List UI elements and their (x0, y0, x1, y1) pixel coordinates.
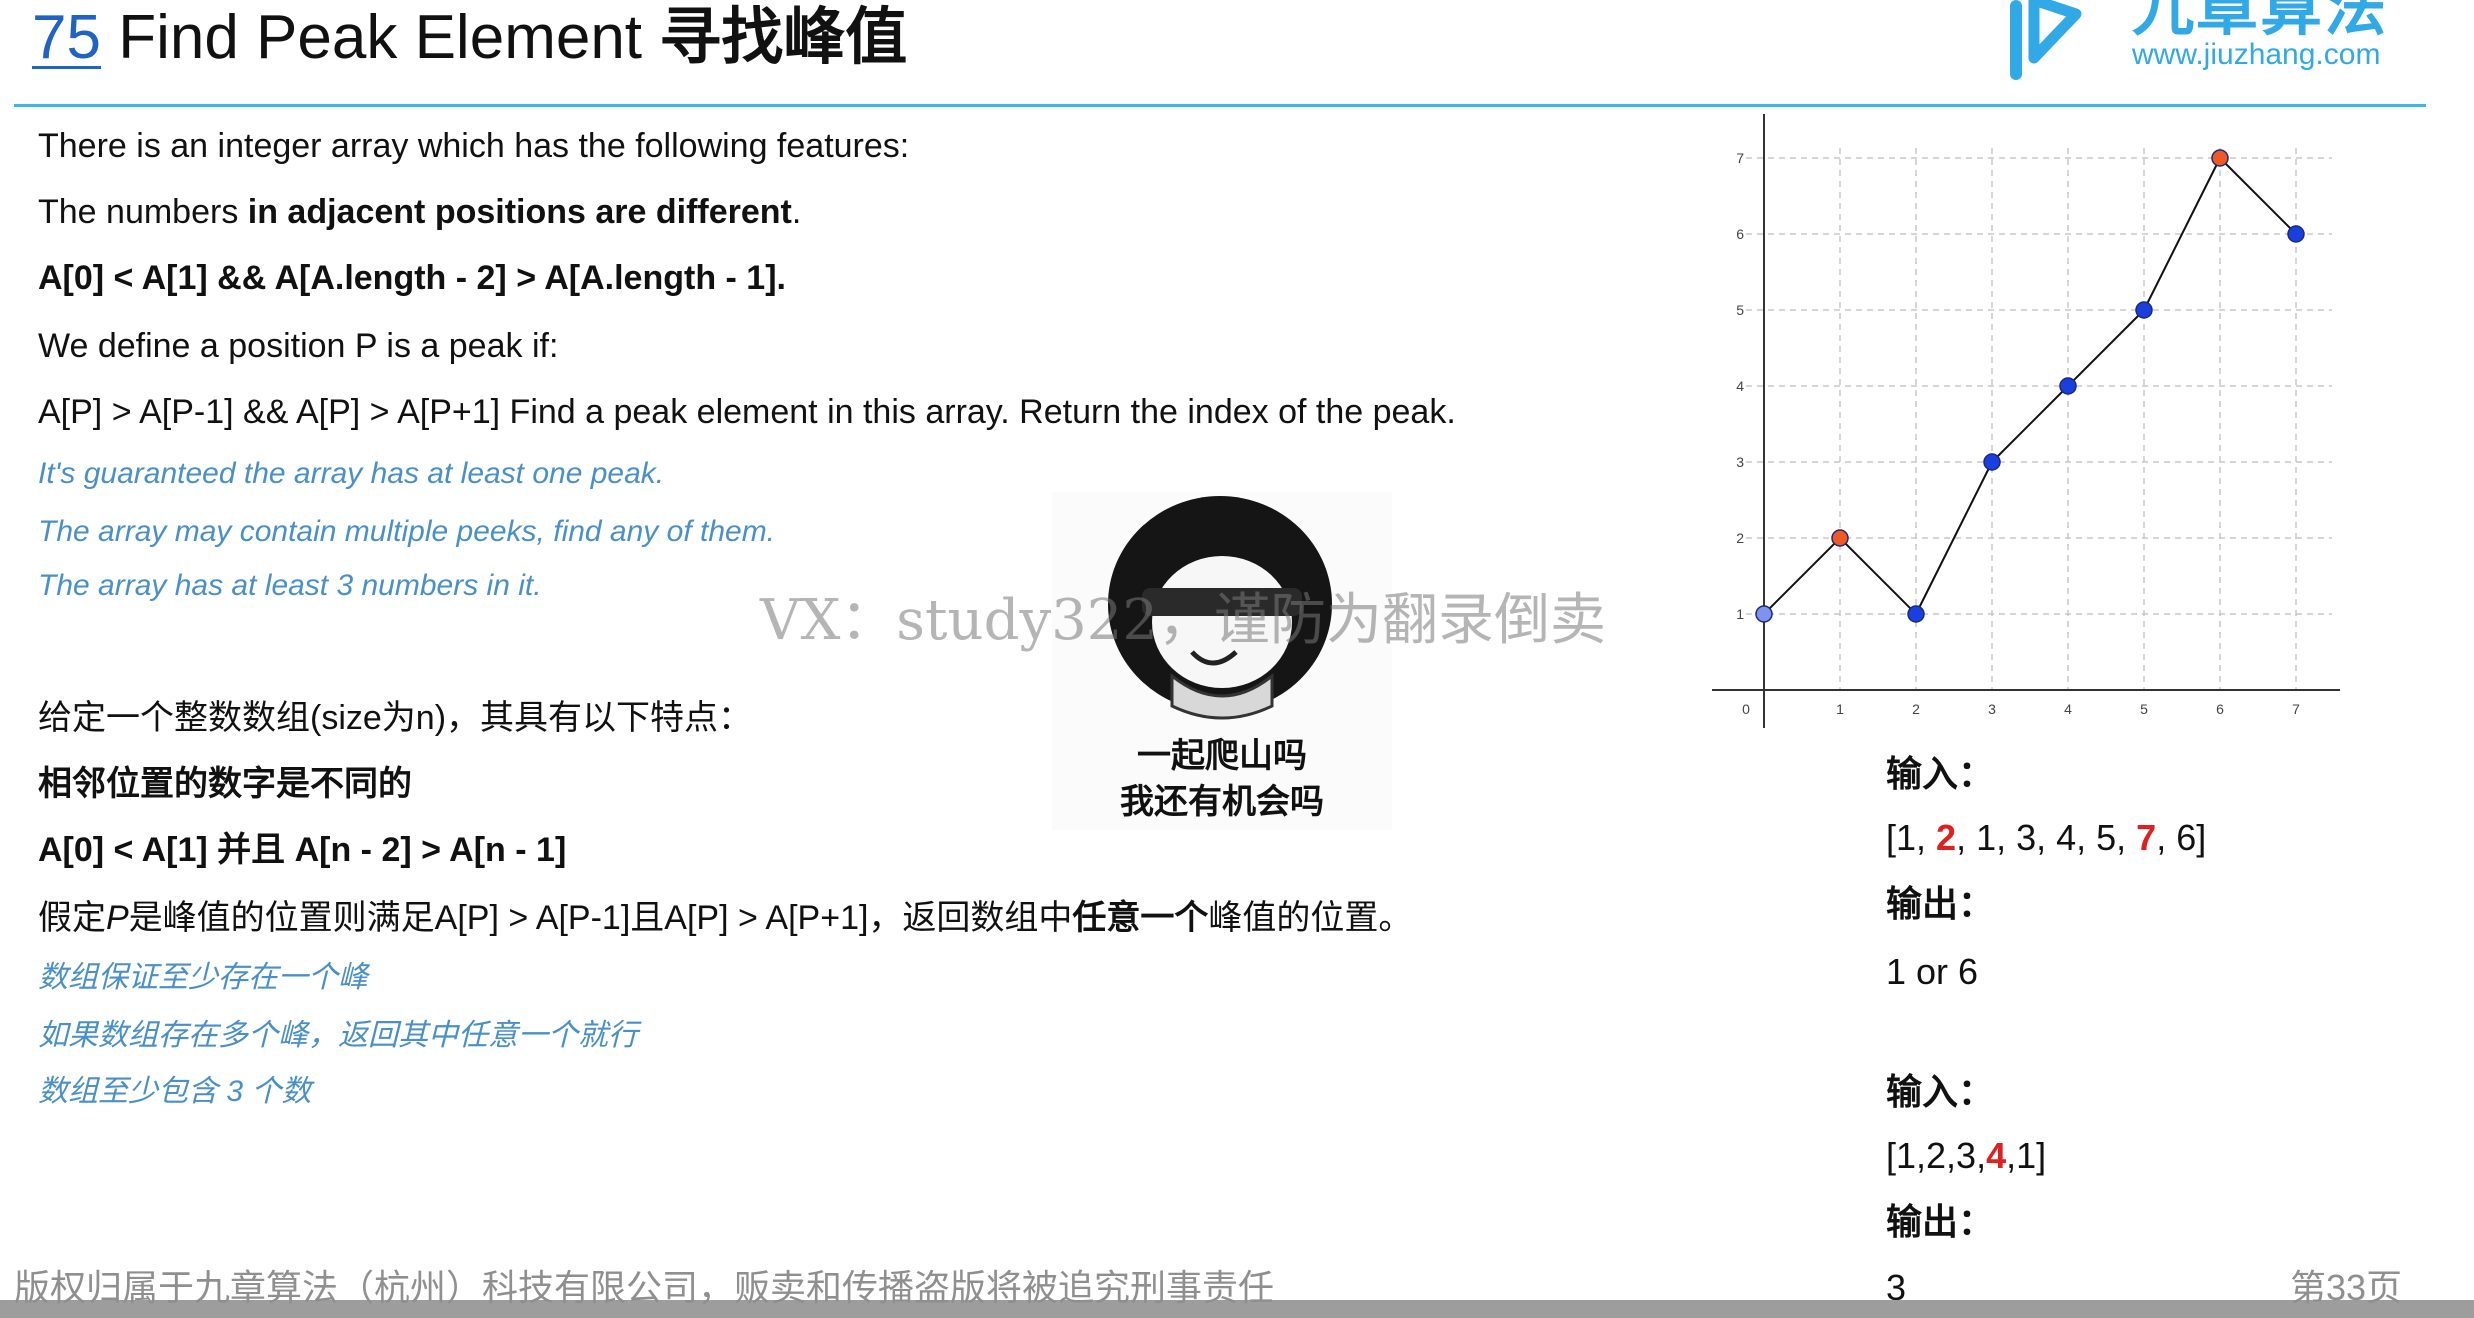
en-line-2-bold: in adjacent positions are different (247, 193, 792, 231)
data-point (1983, 453, 2001, 471)
peak-highlight: 7 (2136, 817, 2157, 858)
header-divider (14, 104, 2426, 107)
en-line-4: We define a position P is a peak if: (38, 327, 559, 365)
example-1-output-label: 输出： (1886, 883, 1995, 924)
x-tick-label: 1 (1836, 701, 1844, 717)
cn-note-1: 数组保证至少存在一个峰 (38, 961, 368, 994)
logo-url: www.jiuzhang.com (2132, 38, 2381, 71)
y-tick-label: 7 (1736, 150, 1744, 166)
footer-page-number: 第33页 (2290, 1267, 2403, 1308)
x-tick-label: 5 (2140, 701, 2148, 717)
en-line-2-pre: The numbers (38, 193, 248, 231)
peak-chart: 0 1 2 3 4 5 6 7 1 2 3 4 5 6 7 (1712, 108, 2354, 740)
y-tick-label: 2 (1736, 530, 1744, 546)
en-line-1: There is an integer array which has the … (38, 127, 910, 165)
cn-line-4-p: P (106, 899, 129, 937)
input-text: ,1] (2006, 1135, 2047, 1176)
y-tick-label: 5 (1736, 302, 1744, 318)
watermark: VX：study322，谨防为翻录倒卖 (760, 588, 1606, 653)
cn-note-2: 如果数组存在多个峰，返回其中任意一个就行 (38, 1019, 638, 1052)
peak-point (2211, 149, 2229, 167)
example-2-input: [1,2,3,4,1] (1886, 1134, 2046, 1178)
data-point (2059, 377, 2077, 395)
y-tick-label: 4 (1736, 378, 1744, 394)
cn-line-4-bold: 任意一个 (1072, 899, 1209, 937)
problem-number-link[interactable]: 75 (32, 3, 101, 72)
cn-line-3: A[0] < A[1] 并且 A[n - 2] > A[n - 1] (38, 831, 567, 869)
data-point (1907, 605, 1925, 623)
example-1-input: [1, 2, 1, 3, 4, 5, 7, 6] (1886, 816, 2206, 860)
peak-chart-svg: 0 1 2 3 4 5 6 7 1 2 3 4 5 6 7 (1712, 114, 2340, 728)
data-point (1755, 605, 1773, 623)
example-2-input-label: 输入： (1886, 1071, 1995, 1112)
example-1-input-label: 输入： (1886, 753, 1995, 794)
cn-line-2: 相邻位置的数字是不同的 (38, 765, 412, 803)
input-text: [1, (1886, 817, 1937, 858)
x-tick-label: 3 (1988, 701, 1996, 717)
page-title: 75 Find Peak Element 寻找峰值 (32, 2, 907, 88)
cn-line-1: 给定一个整数数组(size为n)，其具有以下特点： (38, 699, 753, 737)
data-point (2287, 225, 2305, 243)
en-line-2-post: . (791, 193, 802, 231)
peak-point (1831, 529, 1849, 547)
cn-note-3: 数组至少包含 3 个数 (38, 1075, 312, 1108)
title-english: Find Peak Element (118, 3, 643, 72)
peak-highlight: 4 (1986, 1135, 2007, 1176)
x-tick-label: 4 (2064, 701, 2072, 717)
y-tick-label: 1 (1736, 606, 1744, 622)
input-text: , 6] (2156, 817, 2207, 858)
example-1-output: 1 or 6 (1886, 951, 1979, 992)
cn-line-4-mid: 是峰值的位置则满足A[P] > A[P-1]且A[P] > A[P+1]，返回数… (128, 899, 1073, 937)
jiuzhang-logo-icon (2006, 0, 2116, 86)
y-tick-label: 3 (1736, 454, 1744, 470)
en-note-2: The array may contain multiple peeks, fi… (38, 515, 776, 548)
cn-line-4-post: 峰值的位置。 (1208, 899, 1413, 937)
input-text: [1,2,3, (1886, 1135, 1987, 1176)
x-tick-label: 6 (2216, 701, 2224, 717)
en-line-2: The numbers in adjacent positions are di… (38, 192, 801, 232)
title-chinese: 寻找峰值 (659, 3, 908, 72)
x-tick-label: 7 (2292, 701, 2300, 717)
en-line-5: A[P] > A[P-1] && A[P] > A[P+1] Find a pe… (38, 393, 1456, 431)
en-note-3: The array has at least 3 numbers in it. (38, 569, 542, 602)
cn-line-4: 假定P是峰值的位置则满足A[P] > A[P-1]且A[P] > A[P+1]，… (38, 898, 1412, 938)
en-line-3: A[0] < A[1] && A[A.length - 2] > A[A.len… (38, 259, 786, 297)
footer-copyright: 版权归属于九章算法（杭州）科技有限公司，贩卖和传播盗版将被追究刑事责任 (14, 1267, 1275, 1308)
peak-highlight: 2 (1936, 817, 1957, 858)
sticker-caption-1: 一起爬山吗 (1137, 737, 1307, 775)
example-2-output-label: 输出： (1886, 1201, 1995, 1242)
y-tick-label: 6 (1736, 226, 1744, 242)
x-tick-label: 0 (1742, 701, 1750, 717)
input-text: , 1, 3, 4, 5, (1956, 817, 2137, 858)
x-tick-label: 2 (1912, 701, 1920, 717)
sticker-caption-2: 我还有机会吗 (1120, 783, 1324, 821)
data-point (2135, 301, 2153, 319)
en-note-1: It's guaranteed the array has at least o… (38, 457, 665, 490)
cn-line-4-pre: 假定 (38, 899, 106, 937)
